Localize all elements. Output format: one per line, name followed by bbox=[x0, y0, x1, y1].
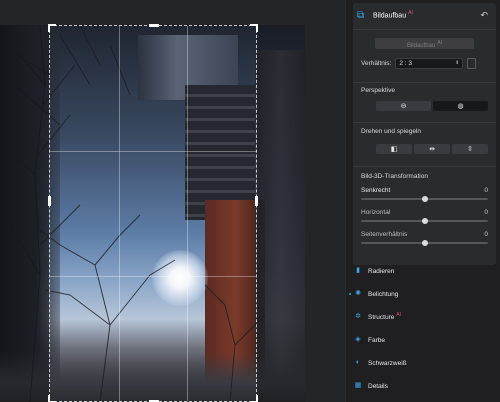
module-label: Farbe bbox=[368, 336, 385, 344]
flip-horizontal-button[interactable]: ⇹ bbox=[414, 144, 450, 154]
crop-grid-line bbox=[50, 150, 256, 152]
crop-module-title: Bildaufbau AI bbox=[373, 10, 413, 19]
slider-aspect-thumb[interactable] bbox=[421, 240, 428, 246]
ai-crop-button-badge: AI bbox=[437, 40, 443, 46]
flip-vertical-button[interactable]: ⇳ bbox=[452, 144, 488, 154]
crop-handle-right[interactable] bbox=[255, 196, 258, 206]
ai-badge: AI bbox=[396, 312, 402, 319]
slider-vertical-value[interactable]: 0 bbox=[484, 187, 488, 194]
perspective-level-button[interactable]: ◍ bbox=[433, 101, 488, 111]
slider-vertical-label: Senkrecht bbox=[361, 187, 391, 194]
crop-grid-line bbox=[118, 26, 120, 401]
crop-frame[interactable] bbox=[48, 24, 258, 402]
crop-icon: ⧉ bbox=[357, 9, 365, 21]
crop-handle-left[interactable] bbox=[48, 196, 51, 206]
perspective-buttons: ⊖ ◍ bbox=[376, 101, 488, 111]
rotate-button[interactable]: ◧ bbox=[376, 144, 412, 154]
active-indicator bbox=[349, 293, 351, 295]
adjustments-panel: ⧉ Bildaufbau AI ↶ Bildaufbau AI Verhältnis… bbox=[345, 0, 500, 402]
module-farbe[interactable]: ◈ Farbe bbox=[354, 334, 385, 346]
perspective-auto-button[interactable]: ⊖ bbox=[376, 101, 431, 111]
crop-handle-bottom-right[interactable] bbox=[250, 395, 258, 402]
crop-grid-line bbox=[187, 26, 189, 401]
module-label-text: Structure bbox=[368, 314, 395, 322]
details-icon: ▦ bbox=[354, 382, 362, 389]
flip-vertical-icon: ⇳ bbox=[467, 146, 473, 153]
module-label: Details bbox=[368, 382, 388, 390]
crop-handle-top[interactable] bbox=[149, 24, 159, 27]
ai-crop-button-label: Bildaufbau bbox=[406, 43, 436, 49]
module-label: Radieren bbox=[368, 267, 395, 275]
slider-horizontal-label: Horizontal bbox=[361, 209, 391, 216]
crop-module: ⧉ Bildaufbau AI ↶ Bildaufbau AI Verhältnis… bbox=[353, 3, 496, 265]
slider-horizontal-value[interactable]: 0 bbox=[484, 209, 488, 216]
perspective-level-icon: ◍ bbox=[457, 103, 464, 110]
slider-aspect-label: Seitenverhältnis bbox=[361, 231, 408, 238]
sun-icon: ✺ bbox=[355, 290, 361, 297]
orientation-portrait-button[interactable] bbox=[467, 57, 477, 69]
module-label: Belichtung bbox=[368, 290, 399, 298]
divider bbox=[353, 82, 496, 83]
crop-mask-left bbox=[0, 25, 49, 402]
rotate-flip-buttons: ◧ ⇹ ⇳ bbox=[376, 144, 488, 154]
structure-icon: ✲ bbox=[355, 313, 361, 320]
crop-handle-top-left[interactable] bbox=[48, 24, 56, 32]
chevron-updown-icon: ⬍ bbox=[455, 60, 460, 66]
slider-vertical[interactable] bbox=[361, 196, 488, 202]
module-schwarzweiss[interactable]: ◐ Schwarzweiß bbox=[354, 357, 407, 369]
ratio-value: 2 : 3 bbox=[399, 59, 413, 67]
undo-icon[interactable]: ↶ bbox=[480, 10, 488, 21]
ratio-label: Verhältnis: bbox=[361, 59, 392, 67]
ai-badge: AI bbox=[408, 10, 413, 17]
slider-horizontal-thumb[interactable] bbox=[421, 218, 428, 224]
eraser-icon: ▮ bbox=[356, 267, 360, 274]
crop-module-header[interactable]: ⧉ Bildaufbau AI ↶ bbox=[353, 8, 496, 22]
crop-grid-line bbox=[50, 275, 256, 277]
bw-icon: ◐ bbox=[355, 359, 361, 366]
divider bbox=[353, 122, 496, 123]
divider bbox=[353, 29, 496, 30]
flip-horizontal-icon: ⇹ bbox=[429, 146, 435, 153]
perspective-title: Perspektive bbox=[361, 87, 395, 94]
slider-horizontal[interactable] bbox=[361, 218, 488, 224]
crop-handle-bottom-left[interactable] bbox=[48, 395, 56, 402]
slider-aspect-value[interactable]: 0 bbox=[484, 231, 488, 238]
module-label: Schwarzweiß bbox=[368, 359, 407, 367]
ratio-row: Verhältnis: 2 : 3 ⬍ bbox=[361, 57, 489, 69]
slider-aspect[interactable] bbox=[361, 240, 488, 246]
module-label: Structure AI bbox=[368, 312, 401, 321]
crop-module-title-text: Bildaufbau bbox=[373, 12, 407, 20]
transform-title: Bild-3D-Transformation bbox=[361, 173, 428, 180]
ai-crop-button[interactable]: Bildaufbau AI bbox=[375, 38, 474, 49]
rotate-icon: ◧ bbox=[390, 146, 398, 153]
crop-mask-right bbox=[257, 25, 305, 402]
divider bbox=[353, 166, 496, 167]
crop-handle-top-right[interactable] bbox=[250, 24, 258, 32]
slider-vertical-thumb[interactable] bbox=[421, 196, 428, 202]
module-belichtung[interactable]: ✺ Belichtung bbox=[354, 288, 398, 300]
module-radieren[interactable]: ▮ Radieren bbox=[354, 265, 394, 277]
color-icon: ◈ bbox=[355, 336, 361, 343]
module-structure[interactable]: ✲ Structure AI bbox=[354, 311, 401, 323]
module-details[interactable]: ▦ Details bbox=[354, 380, 388, 392]
rotate-flip-title: Drehen und spiegeln bbox=[361, 128, 421, 135]
ratio-select[interactable]: 2 : 3 ⬍ bbox=[395, 57, 464, 69]
perspective-auto-icon: ⊖ bbox=[400, 103, 407, 110]
image-canvas[interactable] bbox=[0, 0, 345, 402]
